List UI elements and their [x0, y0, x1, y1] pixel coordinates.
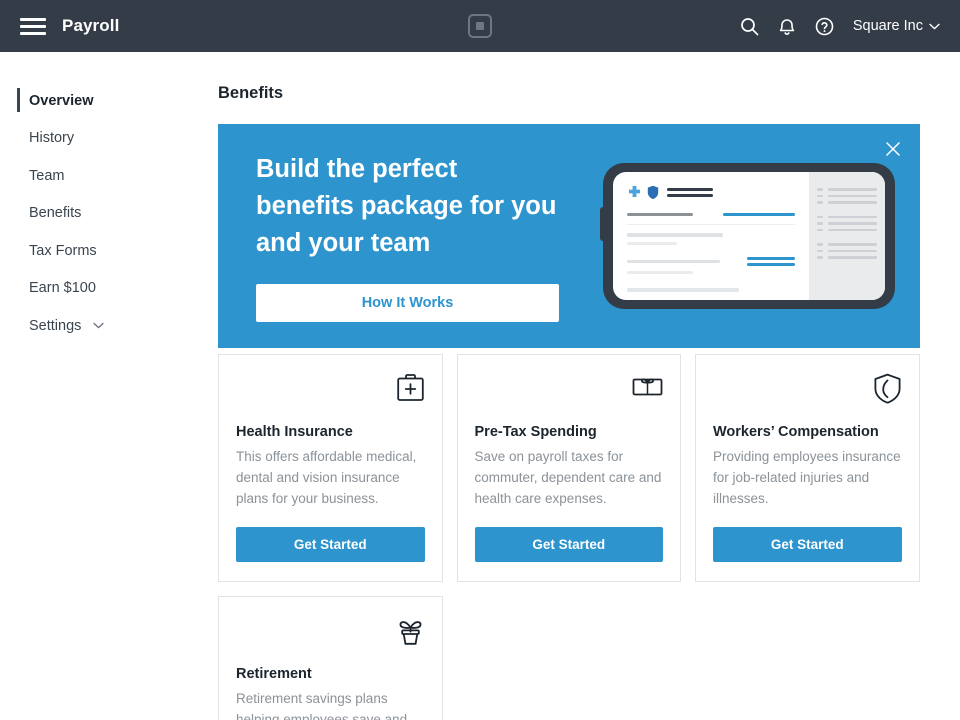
- promo-heading: Build the perfect benefits package for y…: [256, 151, 558, 262]
- chevron-down-icon: [929, 23, 940, 30]
- card-title: Retirement: [236, 666, 312, 682]
- promo-heading-line-2: benefits package for you: [256, 191, 557, 220]
- benefit-card-retirement[interactable]: Retirement Retirement savings plans help…: [218, 596, 443, 720]
- sidebar-item-earn-100[interactable]: Earn $100: [0, 270, 218, 308]
- phone-side-group: [817, 215, 877, 231]
- phone-side-group: [817, 243, 877, 259]
- sidebar-item-label: Settings: [29, 317, 82, 334]
- card-description: Providing employees insurance for job-re…: [713, 449, 901, 506]
- sidebar-item-overview[interactable]: Overview: [0, 82, 218, 120]
- sidebar-navigation: Overview History Team Benefits Tax Forms…: [0, 52, 218, 720]
- potted-plant-icon: [236, 615, 425, 655]
- chevron-down-icon: [93, 322, 105, 329]
- benefit-card-workers-compensation[interactable]: Workers’ Compensation Providing employee…: [695, 354, 920, 582]
- sidebar-item-tax-forms[interactable]: Tax Forms: [0, 232, 218, 270]
- get-started-button[interactable]: Get Started: [713, 527, 902, 562]
- sidebar-item-team[interactable]: Team: [0, 157, 218, 195]
- sidebar-item-label: Tax Forms: [29, 242, 97, 259]
- hamburger-icon[interactable]: [20, 17, 46, 35]
- sidebar-item-benefits[interactable]: Benefits: [0, 195, 218, 233]
- insurance-logo: [627, 185, 795, 200]
- phone-row-1: [627, 213, 795, 216]
- blue-cross-icon: [629, 186, 640, 197]
- promo-heading-line-3: and your team: [256, 228, 431, 257]
- get-started-button[interactable]: Get Started: [474, 527, 663, 562]
- page-title: Benefits: [218, 84, 284, 102]
- search-icon[interactable]: [740, 17, 759, 36]
- brand-logo-container: [468, 14, 492, 38]
- org-name: Square Inc: [852, 18, 923, 34]
- benefit-card-pre-tax-spending[interactable]: Pre-Tax Spending Save on payroll taxes f…: [456, 354, 681, 582]
- promo-banner: Build the perfect benefits package for y…: [218, 124, 920, 348]
- square-logo: [468, 14, 492, 38]
- main-content: Benefits Build the perfect benefits pack…: [218, 52, 960, 720]
- app-title: Payroll: [62, 16, 120, 35]
- sidebar-item-label: Overview: [29, 92, 94, 109]
- shield-icon: [713, 373, 902, 413]
- sidebar-item-history[interactable]: History: [0, 120, 218, 158]
- topbar-right-group: Square Inc: [740, 17, 960, 36]
- blue-shield-icon: [647, 185, 659, 200]
- phone-side-group: [817, 188, 877, 204]
- card-description: Retirement savings plans helping employe…: [236, 691, 408, 720]
- top-navigation-bar: Payroll Square Inc: [0, 0, 960, 52]
- org-switcher[interactable]: Square Inc: [853, 18, 940, 34]
- phone-row-2: [627, 257, 795, 266]
- sidebar-item-label: Team: [29, 167, 65, 184]
- gift-box-icon: [475, 373, 664, 413]
- phone-benefits-illustration: [600, 163, 895, 309]
- promo-banner-text: Build the perfect benefits package for y…: [218, 151, 559, 322]
- sidebar-item-label: History: [29, 130, 75, 147]
- phone-screen-main-panel: [613, 172, 809, 300]
- get-started-button[interactable]: Get Started: [236, 527, 425, 562]
- card-title: Health Insurance: [236, 424, 353, 440]
- medical-kit-icon: [236, 373, 425, 413]
- sidebar-item-label: Benefits: [29, 205, 82, 222]
- sidebar-item-settings[interactable]: Settings: [0, 307, 218, 345]
- how-it-works-button[interactable]: How It Works: [256, 283, 559, 322]
- card-description: This offers affordable medical, dental a…: [236, 449, 417, 506]
- promo-heading-line-1: Build the perfect: [256, 154, 458, 183]
- benefits-card-grid: Health Insurance This offers affordable …: [218, 354, 920, 720]
- bell-icon[interactable]: [778, 17, 796, 36]
- card-title: Pre-Tax Spending: [474, 424, 597, 440]
- logo-text-placeholder: [667, 188, 713, 197]
- card-title: Workers’ Compensation: [713, 424, 879, 440]
- sidebar-item-label: Earn $100: [29, 280, 96, 297]
- phone-screen-side-panel: [809, 172, 885, 300]
- help-circle-icon[interactable]: [815, 17, 834, 36]
- close-icon[interactable]: [883, 139, 903, 159]
- benefit-card-health-insurance[interactable]: Health Insurance This offers affordable …: [218, 354, 443, 582]
- card-description: Save on payroll taxes for commuter, depe…: [474, 449, 662, 506]
- topbar-left-group: Payroll: [0, 16, 119, 36]
- phone-screen: [613, 172, 885, 300]
- page-body: Overview History Team Benefits Tax Forms…: [0, 52, 960, 720]
